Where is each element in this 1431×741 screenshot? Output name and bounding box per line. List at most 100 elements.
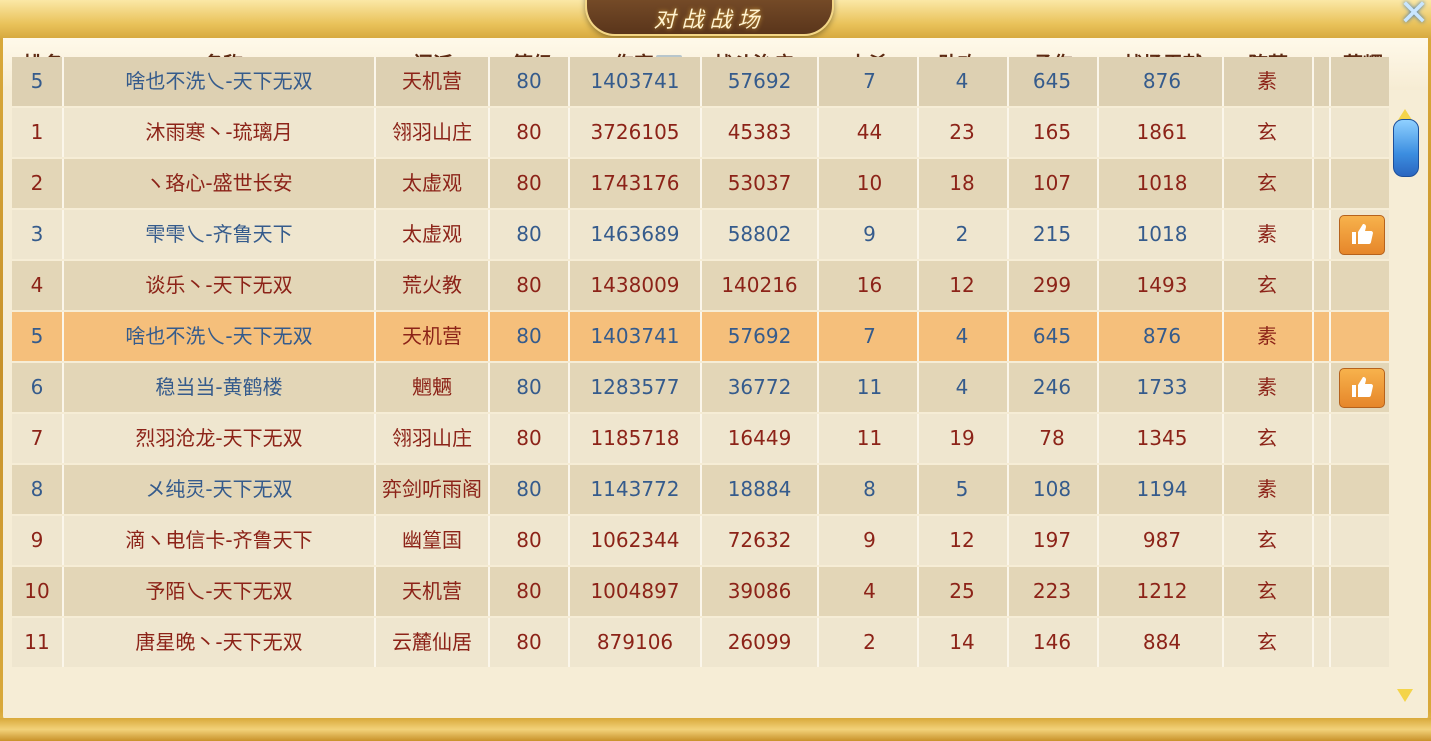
cell-kills: 10 — [856, 171, 883, 195]
cell-kills: 9 — [863, 222, 876, 246]
cell-taken: 223 — [1032, 579, 1072, 603]
cell-name[interactable]: 沐雨寒丶-琉璃月 — [64, 108, 374, 157]
cell-camp: 玄 — [1257, 630, 1277, 654]
cell-name[interactable]: 烈羽沧龙-天下无双 — [64, 414, 374, 463]
cell-contribution: 876 — [1142, 324, 1182, 348]
cell-camp: 素 — [1257, 324, 1277, 348]
cell-name[interactable]: 谈乐丶-天下无双 — [64, 261, 374, 310]
cell-name[interactable]: 啥也不洗乀-天下无双 — [64, 312, 374, 361]
table-row[interactable]: 8 メ纯灵-天下无双 弈剑听雨阁 80 1143772 18884 8 5 108 1194 素 — [12, 465, 1389, 514]
scrollbar[interactable] — [1393, 57, 1419, 702]
table-row[interactable]: 6 稳当当-黄鹤楼 魍魉 80 1283577 36772 11 4 246 1733 素 — [12, 363, 1389, 412]
cell-assists: 23 — [949, 120, 975, 144]
column-divider — [1312, 465, 1314, 514]
column-divider — [1329, 312, 1331, 361]
cell-taken: 108 — [1032, 477, 1072, 501]
window-title: 对战战场 — [653, 8, 766, 33]
cell-name[interactable]: 唐星晚丶-天下无双 — [64, 618, 374, 667]
cell-name[interactable]: メ纯灵-天下无双 — [64, 465, 374, 514]
table-row-self[interactable]: 5 啥也不洗乀-天下无双 天机营 80 1403741 57692 7 4 645 876 素 — [12, 312, 1389, 361]
cell-name[interactable]: ヽ珞心-盛世长安 — [64, 159, 374, 208]
cell-rank: 7 — [30, 426, 44, 450]
table-row[interactable]: 2 ヽ珞心-盛世长安 太虚观 80 1743176 53037 10 18 107 1018 玄 — [12, 159, 1389, 208]
cell-rank: 10 — [24, 579, 50, 603]
cell-damage: 1185718 — [590, 426, 680, 450]
cell-camp: 素 — [1257, 375, 1277, 399]
cell-kills: 44 — [856, 120, 883, 144]
cell-contribution: 1345 — [1136, 426, 1188, 450]
cell-rank: 5 — [30, 324, 44, 348]
column-divider — [817, 567, 819, 616]
table-row[interactable]: 7 烈羽沧龙-天下无双 翎羽山庄 80 1185718 16449 11 19 78 1345 玄 — [12, 414, 1389, 463]
cell-rank: 2 — [30, 171, 44, 195]
cell-assists: 4 — [955, 69, 969, 93]
cell-heal: 45383 — [727, 120, 792, 144]
cell-name[interactable]: 稳当当-黄鹤楼 — [64, 363, 374, 412]
cell-assists: 18 — [949, 171, 975, 195]
cell-sect: 魍魉 — [412, 375, 452, 399]
column-divider — [1097, 414, 1099, 463]
cell-sect: 太虚观 — [402, 222, 462, 246]
table-row[interactable]: 11 唐星晚丶-天下无双 云麓仙居 80 879106 26099 2 14 146 884 玄 — [12, 618, 1389, 667]
column-divider — [817, 516, 819, 565]
cell-kills: 7 — [863, 324, 876, 348]
cell-heal: 140216 — [721, 273, 798, 297]
cell-camp: 玄 — [1257, 579, 1277, 603]
column-divider — [1329, 159, 1331, 208]
cell-contribution: 1018 — [1136, 222, 1188, 246]
table-row[interactable]: 10 予陌乀-天下无双 天机营 80 1004897 39086 4 25 223 1212 玄 — [12, 567, 1389, 616]
cell-level: 80 — [516, 324, 542, 348]
table-row[interactable]: 9 滴ヽ电信卡-齐鲁天下 幽篁国 80 1062344 72632 9 12 197 987 玄 — [12, 516, 1389, 565]
column-divider — [817, 414, 819, 463]
cell-damage: 1403741 — [590, 324, 680, 348]
column-divider — [1097, 57, 1099, 106]
cell-assists: 2 — [955, 222, 969, 246]
cell-kills: 16 — [856, 273, 883, 297]
column-divider — [817, 618, 819, 667]
cell-kills: 9 — [863, 528, 876, 552]
table-row[interactable]: 1 沐雨寒丶-琉璃月 翎羽山庄 80 3726105 45383 44 23 165 1861 玄 — [12, 108, 1389, 157]
cell-camp: 玄 — [1257, 426, 1277, 450]
cell-level: 80 — [516, 477, 542, 501]
cell-taken: 645 — [1032, 69, 1072, 93]
column-divider — [817, 159, 819, 208]
cell-heal: 72632 — [727, 528, 792, 552]
cell-damage: 1463689 — [590, 222, 680, 246]
table-row[interactable]: 4 谈乐丶-天下无双 荒火教 80 1438009 140216 16 12 299 1493 玄 — [12, 261, 1389, 310]
cell-contribution: 1733 — [1136, 375, 1188, 399]
cell-kills: 11 — [856, 426, 883, 450]
cell-rank: 9 — [30, 528, 44, 552]
cell-contribution: 876 — [1142, 69, 1182, 93]
cell-taken: 299 — [1032, 273, 1072, 297]
cell-contribution: 884 — [1142, 630, 1182, 654]
cell-heal: 36772 — [727, 375, 792, 399]
thumbs-up-icon[interactable] — [1339, 368, 1385, 408]
scoreboard-rows: 5 啥也不洗乀-天下无双 天机营 80 1403741 57692 7 4 645 876 素 1 沐雨… — [12, 57, 1389, 667]
cell-heal: 57692 — [727, 69, 792, 93]
cell-name[interactable]: 予陌乀-天下无双 — [64, 567, 374, 616]
cell-damage: 1004897 — [590, 579, 680, 603]
scroll-down-icon[interactable] — [1397, 689, 1413, 702]
cell-name[interactable]: 雫雫乀-齐鲁天下 — [64, 210, 374, 259]
cell-level: 80 — [516, 426, 542, 450]
cell-contribution: 987 — [1142, 528, 1182, 552]
column-divider — [1312, 57, 1314, 106]
thumbs-up-icon[interactable] — [1339, 215, 1385, 255]
cell-taken: 146 — [1032, 630, 1072, 654]
pinned-self-row[interactable]: 5 啥也不洗乀-天下无双 天机营 80 1403741 57692 7 4 645 876 素 — [12, 57, 1389, 106]
column-divider — [1329, 108, 1331, 157]
close-icon[interactable]: ✕ — [1396, 0, 1431, 32]
column-divider — [1329, 414, 1331, 463]
cell-name[interactable]: 滴ヽ电信卡-齐鲁天下 — [64, 516, 374, 565]
cell-name[interactable]: 啥也不洗乀-天下无双 — [64, 57, 374, 106]
cell-level: 80 — [516, 273, 542, 297]
scroll-thumb[interactable] — [1393, 119, 1419, 177]
cell-taken: 215 — [1032, 222, 1072, 246]
cell-kills: 8 — [863, 477, 876, 501]
cell-kills: 2 — [863, 630, 876, 654]
cell-heal: 39086 — [727, 579, 792, 603]
cell-assists: 5 — [955, 477, 969, 501]
table-row[interactable]: 3 雫雫乀-齐鲁天下 太虚观 80 1463689 58802 9 2 215 1018 素 — [12, 210, 1389, 259]
column-divider — [817, 465, 819, 514]
cell-heal: 53037 — [727, 171, 792, 195]
